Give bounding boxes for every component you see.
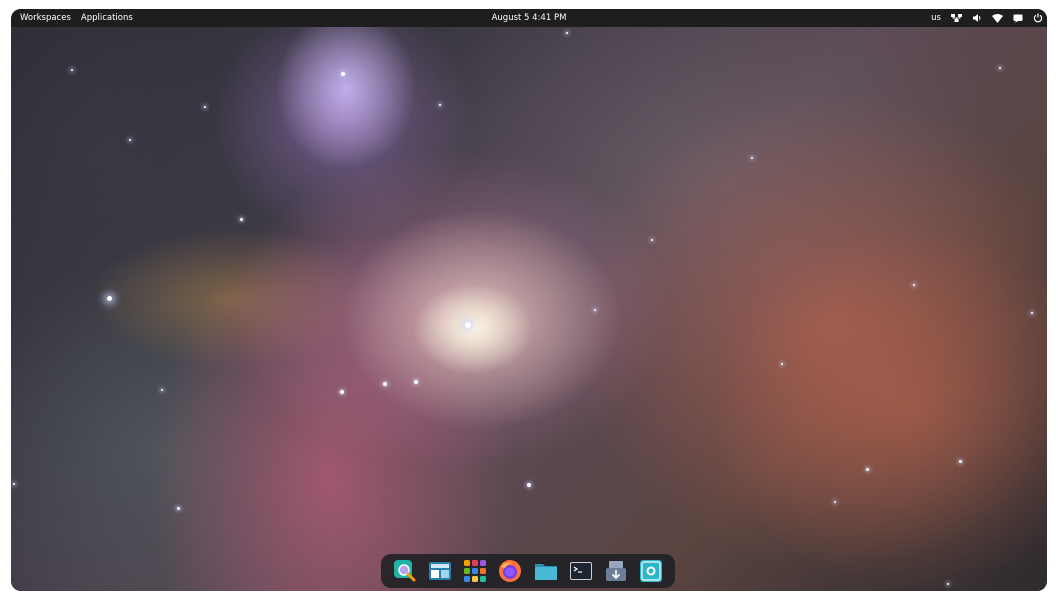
star	[439, 104, 441, 106]
dock-item-installer[interactable]	[603, 558, 629, 584]
star	[71, 69, 73, 71]
desktop-wallpaper[interactable]	[11, 9, 1047, 591]
power-icon[interactable]	[1033, 9, 1043, 27]
star	[161, 389, 163, 391]
star	[781, 363, 783, 365]
star	[566, 32, 568, 34]
star	[959, 460, 962, 463]
star	[651, 239, 653, 241]
dock-item-multitasking-view[interactable]	[427, 558, 453, 584]
star	[107, 296, 112, 301]
wifi-icon[interactable]	[992, 9, 1003, 27]
star	[414, 380, 418, 384]
star	[947, 583, 949, 585]
notifications-icon[interactable]	[1013, 9, 1023, 27]
panel-clock: August 5 4:41 PM	[11, 9, 1047, 27]
network-wired-icon[interactable]	[951, 9, 962, 27]
star	[13, 483, 15, 485]
panel-indicators: us	[931, 9, 1043, 27]
star	[527, 483, 531, 487]
dock-item-files[interactable]	[533, 558, 559, 584]
dock-item-appcenter[interactable]	[392, 558, 418, 584]
star	[383, 382, 387, 386]
star	[751, 157, 753, 159]
keyboard-layout-indicator[interactable]: us	[931, 9, 941, 27]
top-panel: Workspaces Applications August 5 4:41 PM…	[11, 9, 1047, 27]
volume-icon[interactable]	[972, 9, 982, 27]
star	[465, 322, 471, 328]
files-folder-icon	[534, 564, 557, 580]
star	[129, 139, 131, 141]
dock	[381, 554, 675, 588]
star	[340, 390, 344, 394]
star	[594, 309, 596, 311]
app-grid-icon	[464, 560, 487, 582]
star	[341, 72, 345, 76]
screenshot-icon	[640, 560, 663, 582]
installer-icon	[606, 561, 627, 581]
star	[999, 67, 1001, 69]
star	[866, 468, 869, 471]
date-time-button[interactable]: August 5 4:41 PM	[488, 13, 571, 23]
dock-item-terminal[interactable]	[568, 558, 594, 584]
star	[1031, 312, 1033, 314]
desktop-screen: Workspaces Applications August 5 4:41 PM…	[11, 9, 1047, 591]
dock-item-applications[interactable]	[462, 558, 488, 584]
star	[240, 218, 243, 221]
dock-item-screenshot[interactable]	[638, 558, 664, 584]
terminal-icon	[569, 562, 592, 580]
firefox-icon	[499, 560, 522, 582]
star	[204, 106, 206, 108]
star	[177, 507, 180, 510]
star	[913, 284, 915, 286]
dock-item-firefox[interactable]	[497, 558, 523, 584]
appcenter-search-icon	[393, 560, 416, 582]
multitasking-view-icon	[428, 562, 451, 580]
star	[834, 501, 836, 503]
